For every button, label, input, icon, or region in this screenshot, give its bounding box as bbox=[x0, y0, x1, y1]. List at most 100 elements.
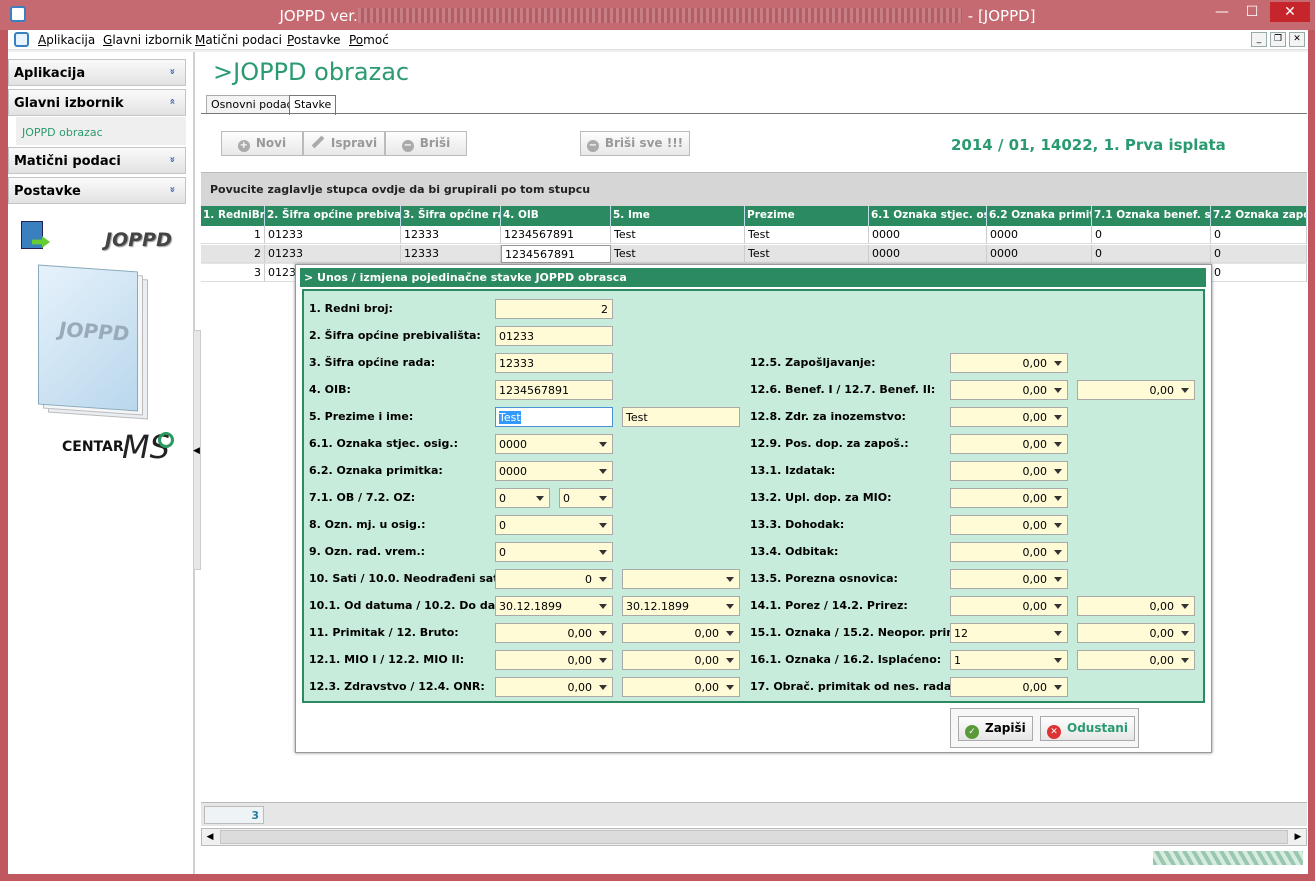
menu-maticni-podaci[interactable]: Matični podaci bbox=[195, 33, 282, 47]
form-field[interactable]: 01233 bbox=[495, 326, 613, 346]
field-label: 14.1. Porez / 14.2. Prirez: bbox=[750, 599, 908, 612]
table-cell: 0 bbox=[1211, 245, 1307, 263]
form-field[interactable]: 0,00 bbox=[950, 407, 1068, 427]
form-field[interactable]: Test bbox=[495, 407, 613, 427]
scroll-left-icon[interactable]: ◀ bbox=[202, 829, 218, 845]
form-field[interactable]: 0,00 bbox=[622, 623, 740, 643]
form-field[interactable]: 0,00 bbox=[1077, 623, 1195, 643]
tab-osnovni-podaci[interactable]: Osnovni podaci bbox=[206, 95, 301, 114]
form-field[interactable]: 12 bbox=[950, 623, 1068, 643]
column-header[interactable]: 7.1 Oznaka benef. staža bbox=[1092, 206, 1211, 226]
maximize-button[interactable]: ☐ bbox=[1238, 2, 1266, 22]
minimize-button[interactable]: — bbox=[1208, 2, 1236, 22]
column-header[interactable]: 4. OIB bbox=[501, 206, 611, 226]
field-label: 8. Ozn. mj. u osig.: bbox=[309, 518, 426, 531]
sidebar-section-aplikacija[interactable]: Aplikacija» bbox=[8, 59, 186, 86]
column-header[interactable]: 6.1 Oznaka stjec. osig. bbox=[869, 206, 987, 226]
form-field[interactable]: 0,00 bbox=[1077, 596, 1195, 616]
sidebar-section-maticni-podaci[interactable]: Matični podaci» bbox=[8, 147, 186, 174]
form-field[interactable]: 0 bbox=[495, 542, 613, 562]
column-header[interactable]: 6.2 Oznaka primitka bbox=[987, 206, 1092, 226]
cancel-button[interactable]: ✕ Odustani bbox=[1040, 716, 1135, 741]
form-field[interactable]: 1 bbox=[950, 650, 1068, 670]
form-field[interactable]: 0,00 bbox=[950, 353, 1068, 373]
menu-aplikacija[interactable]: Aplikacija bbox=[38, 33, 95, 47]
edit-button[interactable]: Ispravi bbox=[303, 131, 385, 156]
field-label: 1. Redni broj: bbox=[309, 302, 393, 315]
form-field[interactable]: 1234567891 bbox=[495, 380, 613, 400]
delete-button[interactable]: − Briši bbox=[385, 131, 467, 156]
minus-icon: − bbox=[586, 140, 599, 152]
mdi-restore-button[interactable]: ❐ bbox=[1270, 32, 1286, 47]
column-header[interactable]: 2. Šifra općine prebivališta bbox=[265, 206, 401, 226]
form-field[interactable]: 0,00 bbox=[950, 434, 1068, 454]
form-field[interactable]: 0000 bbox=[495, 434, 613, 454]
group-by-panel[interactable]: Povucite zaglavlje stupca ovdje da bi gr… bbox=[201, 172, 1307, 206]
form-field[interactable]: 30.12.1899 bbox=[495, 596, 613, 616]
horizontal-scrollbar[interactable]: ◀ ▶ bbox=[201, 828, 1307, 846]
menu-postavke[interactable]: Postavke bbox=[287, 33, 340, 47]
column-header[interactable]: 5. Ime bbox=[611, 206, 745, 226]
form-field[interactable]: 0,00 bbox=[495, 677, 613, 697]
scroll-right-icon[interactable]: ▶ bbox=[1290, 829, 1306, 845]
table-row[interactable]: 1 01233 12333 1234567891 Test Test 0000 0000 0 0 bbox=[201, 226, 1307, 245]
form-field[interactable]: 0,00 bbox=[950, 596, 1068, 616]
sidebar-section-postavke[interactable]: Postavke» bbox=[8, 177, 186, 204]
tab-stavke[interactable]: Stavke bbox=[289, 95, 337, 115]
menu-pomoc[interactable]: Pomoć bbox=[349, 33, 389, 47]
table-row[interactable]: 2 01233 12333 1234567891 Test Test 0000 0000 0 0 bbox=[201, 245, 1307, 264]
form-field[interactable]: 0,00 bbox=[950, 380, 1068, 400]
form-field[interactable]: 0,00 bbox=[950, 542, 1068, 562]
field-label: 10. Sati / 10.0. Neodrađeni sati: bbox=[309, 572, 507, 585]
form-field[interactable]: 0,00 bbox=[1077, 650, 1195, 670]
form-field[interactable]: 0,00 bbox=[1077, 380, 1195, 400]
new-button[interactable]: + Novi bbox=[221, 131, 303, 156]
period-label: 2014 / 01, 14022, 1. Prva isplata bbox=[951, 136, 1226, 154]
form-field[interactable]: 12333 bbox=[495, 353, 613, 373]
sidebar-link-joppd-obrazac[interactable]: JOPPD obrazac bbox=[22, 126, 103, 139]
mdi-close-button[interactable]: ✕ bbox=[1289, 32, 1305, 47]
form-field[interactable]: 30.12.1899 bbox=[622, 596, 740, 616]
sidebar-section-glavni-izbornik[interactable]: Glavni izbornik « bbox=[8, 89, 186, 116]
form-field[interactable]: 0,00 bbox=[950, 515, 1068, 535]
form-field[interactable]: 0,00 bbox=[950, 677, 1068, 697]
table-cell: Test bbox=[611, 226, 745, 244]
form-field[interactable]: 0 bbox=[495, 488, 550, 508]
form-field[interactable]: 0,00 bbox=[622, 650, 740, 670]
column-header[interactable]: Prezime bbox=[745, 206, 869, 226]
form-field[interactable]: 0,00 bbox=[495, 650, 613, 670]
form-field[interactable]: 2 bbox=[495, 299, 613, 319]
save-button[interactable]: ✓ Zapiši bbox=[958, 716, 1033, 741]
menu-glavni-izbornik[interactable]: Glavni izbornik bbox=[103, 33, 192, 47]
column-header[interactable]: 7.2 Oznaka zapos. bbox=[1211, 206, 1307, 226]
check-icon: ✓ bbox=[965, 725, 979, 739]
field-label: 13.3. Dohodak: bbox=[750, 518, 845, 531]
table-cell: 01233 bbox=[265, 226, 401, 244]
form-field[interactable]: 0,00 bbox=[495, 623, 613, 643]
form-field[interactable]: 0,00 bbox=[950, 488, 1068, 508]
mdi-icon[interactable] bbox=[14, 32, 29, 47]
form-field[interactable]: 0 bbox=[495, 515, 613, 535]
field-label: 13.4. Odbitak: bbox=[750, 545, 839, 558]
mdi-minimize-button[interactable]: _ bbox=[1251, 32, 1267, 47]
table-cell: 0000 bbox=[987, 226, 1092, 244]
column-header[interactable]: 3. Šifra općine rada bbox=[401, 206, 501, 226]
form-field[interactable]: 0,00 bbox=[950, 461, 1068, 481]
form-field[interactable] bbox=[622, 569, 740, 589]
scroll-thumb[interactable] bbox=[220, 830, 1288, 844]
form-field[interactable]: 0,00 bbox=[950, 569, 1068, 589]
delete-all-button[interactable]: − Briši sve !!! bbox=[580, 131, 690, 156]
table-cell: 2 bbox=[201, 245, 265, 263]
form-field[interactable]: 0,00 bbox=[622, 677, 740, 697]
table-cell: 0000 bbox=[869, 226, 987, 244]
splitter-arrow-icon[interactable]: ◀ bbox=[193, 446, 200, 456]
form-field[interactable]: 0000 bbox=[495, 461, 613, 481]
field-label: 12.1. MIO I / 12.2. MIO II: bbox=[309, 653, 465, 666]
form-field[interactable]: 0 bbox=[495, 569, 613, 589]
close-button[interactable]: ✕ bbox=[1270, 2, 1310, 22]
column-header[interactable]: 1. RedniBroj bbox=[201, 206, 265, 226]
export-icon[interactable] bbox=[21, 221, 50, 249]
field-label: 12.8. Zdr. za inozemstvo: bbox=[750, 410, 906, 423]
form-field[interactable]: 0 bbox=[559, 488, 613, 508]
form-field[interactable]: Test bbox=[622, 407, 740, 427]
